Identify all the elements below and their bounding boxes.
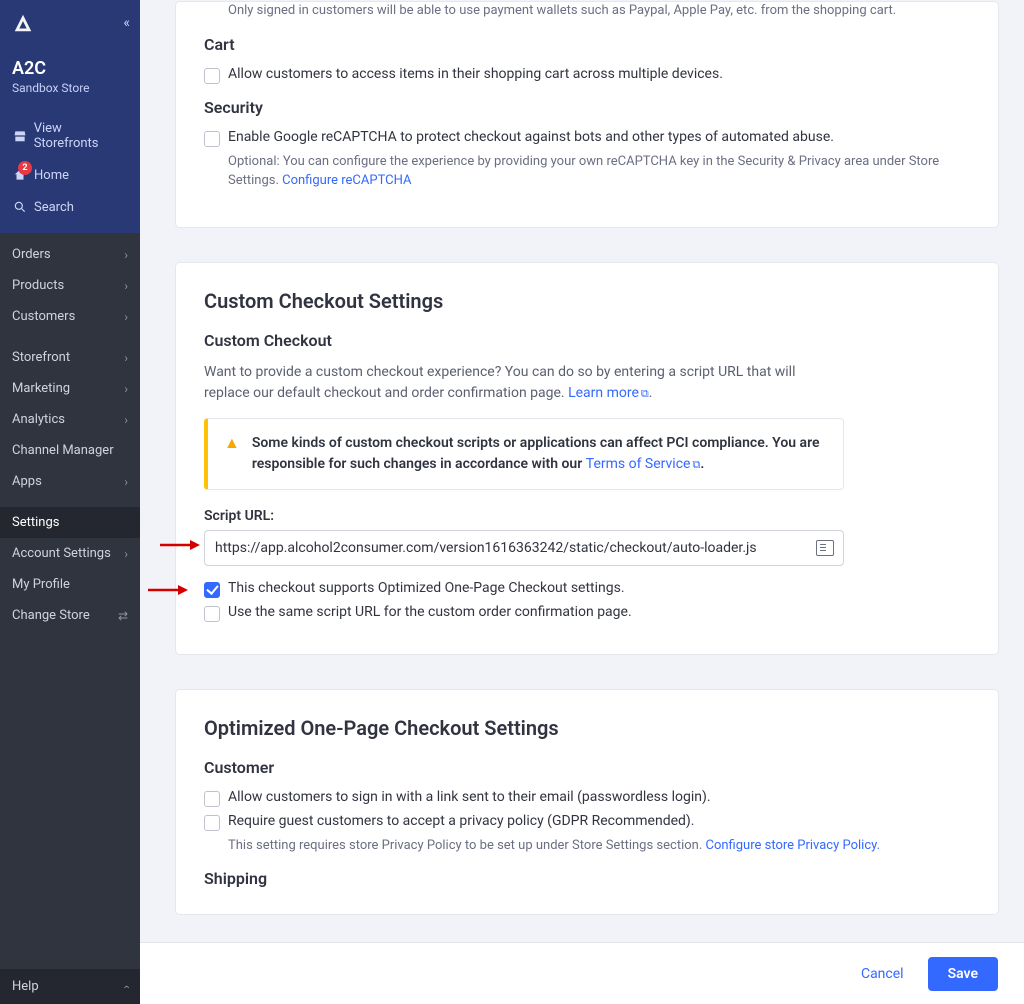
chevron-up-icon: › — [119, 985, 133, 989]
sidebar-primary-nav: View Storefronts 2 Home Search — [0, 107, 140, 233]
nav-home[interactable]: 2 Home — [0, 159, 140, 191]
nav-apps[interactable]: Apps› — [0, 466, 140, 497]
logo-icon — [12, 12, 34, 34]
annotation-arrow-icon — [148, 583, 188, 593]
custom-checkout-desc: Want to provide a custom checkout experi… — [204, 362, 844, 404]
chevron-right-icon: › — [124, 310, 128, 324]
warning-icon: ▲ — [224, 435, 240, 475]
nav-home-label: Home — [34, 168, 69, 183]
save-button[interactable]: Save — [928, 957, 998, 991]
configure-recaptcha-link[interactable]: Configure reCAPTCHA — [282, 173, 411, 188]
chevron-right-icon: › — [124, 413, 128, 427]
help-bar[interactable]: Help › — [0, 969, 140, 1004]
nav-view-storefronts[interactable]: View Storefronts — [0, 113, 140, 159]
nav-my-profile[interactable]: My Profile — [0, 569, 140, 600]
chevron-right-icon: › — [124, 279, 128, 293]
shipping-section-title: Shipping — [204, 869, 970, 888]
annotation-arrow-icon — [160, 538, 200, 548]
custom-checkout-settings-title: Custom Checkout Settings — [204, 289, 970, 313]
cancel-button[interactable]: Cancel — [861, 966, 904, 982]
gdpr-privacy-checkbox[interactable] — [204, 815, 220, 831]
nav-view-storefronts-label: View Storefronts — [34, 121, 128, 151]
store-tag: Sandbox Store — [12, 81, 130, 95]
panel-custom-checkout: Custom Checkout Settings Custom Checkout… — [176, 263, 998, 654]
chevron-right-icon: › — [124, 248, 128, 262]
chevron-right-icon: › — [124, 547, 128, 561]
nav-customers[interactable]: Customers› — [0, 301, 140, 332]
chevron-right-icon: › — [124, 351, 128, 365]
recaptcha-description: Optional: You can configure the experien… — [228, 153, 970, 191]
nav-settings[interactable]: Settings — [0, 507, 140, 538]
pci-warning-box: ▲ Some kinds of custom checkout scripts … — [204, 418, 844, 490]
nav-orders[interactable]: Orders› — [0, 239, 140, 270]
nav-channel-manager[interactable]: Channel Manager — [0, 435, 140, 466]
gdpr-privacy-desc: This setting requires store Privacy Poli… — [228, 837, 970, 856]
search-icon — [12, 199, 28, 215]
cart-multidevice-label: Allow customers to access items in their… — [228, 66, 723, 82]
store-name: A2C — [12, 58, 130, 79]
nav-products[interactable]: Products› — [0, 270, 140, 301]
passwordless-login-checkbox[interactable] — [204, 791, 220, 807]
storefront-icon — [12, 128, 28, 144]
wallet-description: Only signed in customers will be able to… — [228, 2, 970, 21]
panel-optimized-checkout: Optimized One-Page Checkout Settings Cus… — [176, 690, 998, 915]
external-link-icon: ⧉ — [692, 457, 700, 474]
main-content: Only signed in customers will be able to… — [140, 0, 1024, 1004]
nav-marketing[interactable]: Marketing› — [0, 373, 140, 404]
cart-section-title: Cart — [204, 35, 970, 54]
home-badge: 2 — [18, 161, 32, 175]
nav-search-label: Search — [34, 200, 74, 215]
swap-icon: ⇄ — [118, 609, 128, 623]
customer-section-title: Customer — [204, 758, 970, 777]
footer-action-bar: Cancel Save — [140, 942, 1024, 1004]
security-section-title: Security — [204, 98, 970, 117]
sidebar: « A2C Sandbox Store View Storefronts 2 H… — [0, 0, 140, 1004]
nav-search[interactable]: Search — [0, 191, 140, 223]
nav-storefront[interactable]: Storefront› — [0, 342, 140, 373]
nav-account-settings[interactable]: Account Settings› — [0, 538, 140, 569]
pci-warning-text: Some kinds of custom checkout scripts or… — [252, 435, 820, 472]
optimized-checkout-label: This checkout supports Optimized One-Pag… — [228, 580, 625, 596]
optimized-checkout-checkbox[interactable] — [204, 582, 220, 598]
chevron-right-icon: › — [124, 475, 128, 489]
custom-checkout-sub: Custom Checkout — [204, 331, 970, 350]
configure-privacy-link[interactable]: Configure store Privacy Policy. — [705, 838, 880, 853]
code-block-icon[interactable] — [816, 540, 834, 556]
recaptcha-label: Enable Google reCAPTCHA to protect check… — [228, 129, 834, 145]
chevron-right-icon: › — [124, 382, 128, 396]
optimized-checkout-title: Optimized One-Page Checkout Settings — [204, 716, 970, 740]
panel-general-checkout: Only signed in customers will be able to… — [176, 2, 998, 227]
terms-of-service-link[interactable]: Terms of Service⧉ — [586, 456, 701, 472]
learn-more-link[interactable]: Learn more⧉ — [568, 385, 649, 401]
sidebar-secondary-nav: Orders› Products› Customers› Storefront›… — [0, 233, 140, 637]
script-url-input[interactable] — [204, 530, 844, 566]
passwordless-login-label: Allow customers to sign in with a link s… — [228, 789, 711, 805]
gdpr-privacy-label: Require guest customers to accept a priv… — [228, 813, 694, 829]
script-url-label: Script URL: — [204, 508, 970, 524]
same-script-checkbox[interactable] — [204, 606, 220, 622]
recaptcha-checkbox[interactable] — [204, 131, 220, 147]
nav-analytics[interactable]: Analytics› — [0, 404, 140, 435]
scroll-area[interactable]: Only signed in customers will be able to… — [140, 0, 1024, 942]
nav-change-store[interactable]: Change Store⇄ — [0, 600, 140, 631]
help-label: Help — [12, 979, 39, 994]
collapse-sidebar-icon[interactable]: « — [123, 15, 130, 31]
same-script-label: Use the same script URL for the custom o… — [228, 604, 632, 620]
sidebar-header: « A2C Sandbox Store — [0, 0, 140, 107]
cart-multidevice-checkbox[interactable] — [204, 68, 220, 84]
external-link-icon: ⧉ — [641, 386, 649, 403]
